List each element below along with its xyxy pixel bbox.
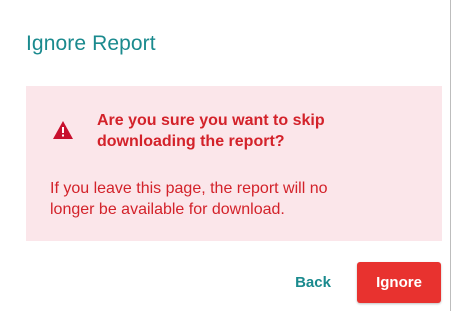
alert-heading-line-2: downloading the report? xyxy=(97,133,285,150)
alert-message-line-2: longer be available for download. xyxy=(50,201,285,218)
alert-message: If you leave this page, the report will … xyxy=(50,178,410,220)
alert-heading-line-1: Are you sure you want to skip xyxy=(97,112,325,129)
ignore-button[interactable]: Ignore xyxy=(357,262,441,303)
alert-message-line-1: If you leave this page, the report will … xyxy=(50,180,328,197)
ignore-report-dialog: Ignore Report Are you sure you want to s… xyxy=(0,0,451,311)
dialog-title: Ignore Report xyxy=(26,32,156,55)
back-button[interactable]: Back xyxy=(282,262,344,302)
warning-alert: Are you sure you want to skip downloadin… xyxy=(26,86,442,241)
alert-heading: Are you sure you want to skip downloadin… xyxy=(97,110,417,152)
warning-triangle-icon xyxy=(52,120,74,140)
